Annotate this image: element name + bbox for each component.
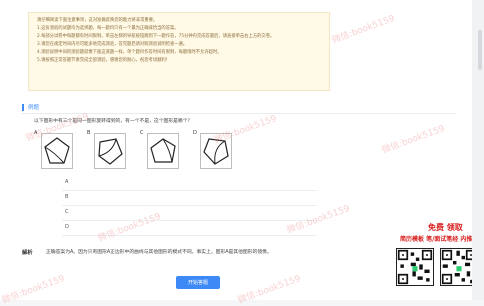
watermark-text: 微信:book5159 bbox=[0, 273, 67, 306]
start-answer-button[interactable]: 开始答题 bbox=[176, 276, 220, 289]
question-stem: 以下图形中有三个是同一图形旋转得到的，有一个不是，这个图形是哪个？ bbox=[34, 119, 193, 124]
figure-d: D bbox=[193, 130, 233, 175]
analysis-text: 正确答案为A。因为只有图形A正边形中的曲线与其他图形的模式不同。事实上，图形A是… bbox=[46, 250, 272, 255]
figure-letter: D bbox=[193, 130, 197, 136]
promo-headline: 免费 领取 bbox=[428, 223, 463, 232]
figure-letter: C bbox=[140, 130, 144, 136]
section-header: 例题 bbox=[22, 101, 456, 114]
option-label: A bbox=[65, 179, 69, 185]
section-accent-bar bbox=[22, 104, 24, 111]
pentagon-figure-b bbox=[98, 138, 123, 165]
pentagon-figure-c bbox=[150, 138, 176, 163]
pentagon-figure-a bbox=[44, 137, 70, 164]
watermark-text: 微信:book5159 bbox=[380, 123, 447, 156]
figure-letter: B bbox=[87, 130, 91, 136]
watermark-text: 微信:book5159 bbox=[330, 13, 397, 46]
notice-line: 1.这份测验的试题均为选择题，每一题目只有一个最为正确或恰当的答案。 bbox=[37, 26, 179, 31]
qr-code-left[interactable] bbox=[396, 248, 434, 286]
option-c[interactable]: C bbox=[62, 206, 317, 221]
pentagon-figure-d bbox=[203, 138, 229, 165]
figure-frame bbox=[94, 133, 126, 169]
figure-a: A bbox=[34, 130, 74, 175]
option-a[interactable]: A bbox=[62, 176, 317, 191]
option-label: C bbox=[65, 209, 69, 215]
section-label: 例题 bbox=[28, 105, 40, 111]
figure-frame bbox=[41, 133, 73, 169]
qr-code-icon bbox=[397, 249, 433, 285]
option-d[interactable]: D bbox=[62, 221, 317, 236]
notice-line: 2.每部分试卷中每题都有时间限制，单击左侧的导航按钮跳到下一题作答，75分钟内完… bbox=[37, 34, 275, 39]
notice-line: 5.请按照正常答题节奏完成全部测验，感谢您的耐心，祝您考试顺利！ bbox=[37, 58, 171, 63]
promo-banner: 免费 领取 简历模板 笔/面试笔经 内推 bbox=[392, 218, 484, 300]
figure-frame bbox=[147, 133, 179, 169]
notice-line: 4.测验说明中间的测验题就像下面这道题一样，单个题目作答时间有限制，每题限时不允… bbox=[37, 50, 222, 55]
option-b[interactable]: B bbox=[62, 191, 317, 206]
option-label: D bbox=[65, 224, 69, 230]
instructions-notice: 请仔细阅读下面注意事项，这对准确反映您的能力将非常重要。 1.这份测验的试题均为… bbox=[28, 12, 330, 91]
figure-b: B bbox=[87, 130, 127, 175]
notice-line: 请仔细阅读下面注意事项，这对准确反映您的能力将非常重要。 bbox=[37, 18, 158, 23]
figure-c: C bbox=[140, 130, 180, 175]
scrollbar-thumb[interactable] bbox=[478, 30, 482, 70]
watermark-text: 微信:book5159 bbox=[236, 273, 303, 306]
notice-line: 3.请您在规定时间内尽可能多地完成测验，答完题后请对照测验说明检查一遍。 bbox=[37, 42, 188, 47]
figure-letter: A bbox=[34, 130, 38, 136]
option-label: B bbox=[65, 194, 69, 200]
quiz-page: 请仔细阅读下面注意事项，这对准确反映您的能力将非常重要。 1.这份测验的试题均为… bbox=[0, 0, 484, 306]
figure-frame bbox=[200, 133, 232, 169]
analysis-label: 解析 bbox=[22, 250, 33, 256]
figure-row: A B C D bbox=[34, 130, 274, 175]
promo-subline: 简历模板 笔/面试笔经 内推 bbox=[400, 236, 473, 243]
